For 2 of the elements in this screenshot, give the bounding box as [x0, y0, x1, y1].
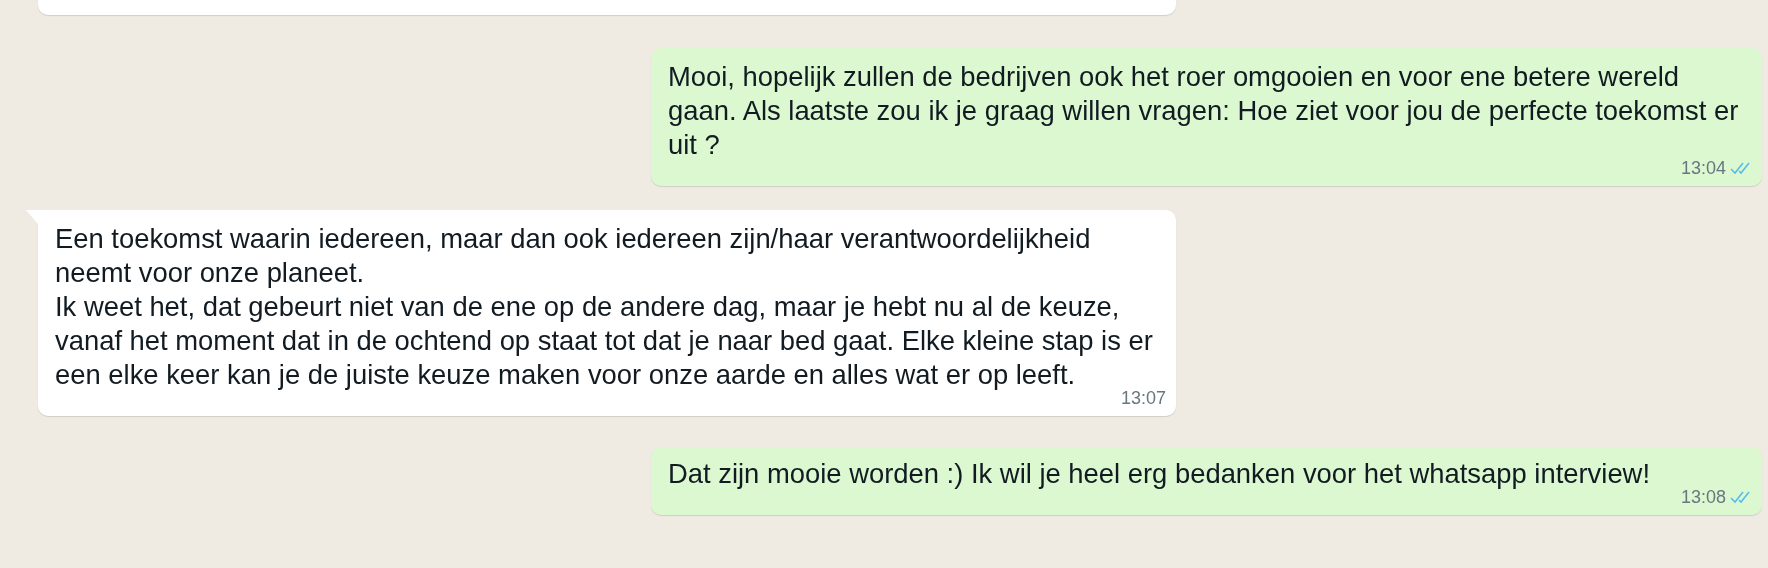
- message-time: 13:08: [1680, 486, 1726, 508]
- message-text: Dat zijn mooie worden :) Ik wil je heel erg bedanken voor het whatsapp interview!: [668, 457, 1651, 491]
